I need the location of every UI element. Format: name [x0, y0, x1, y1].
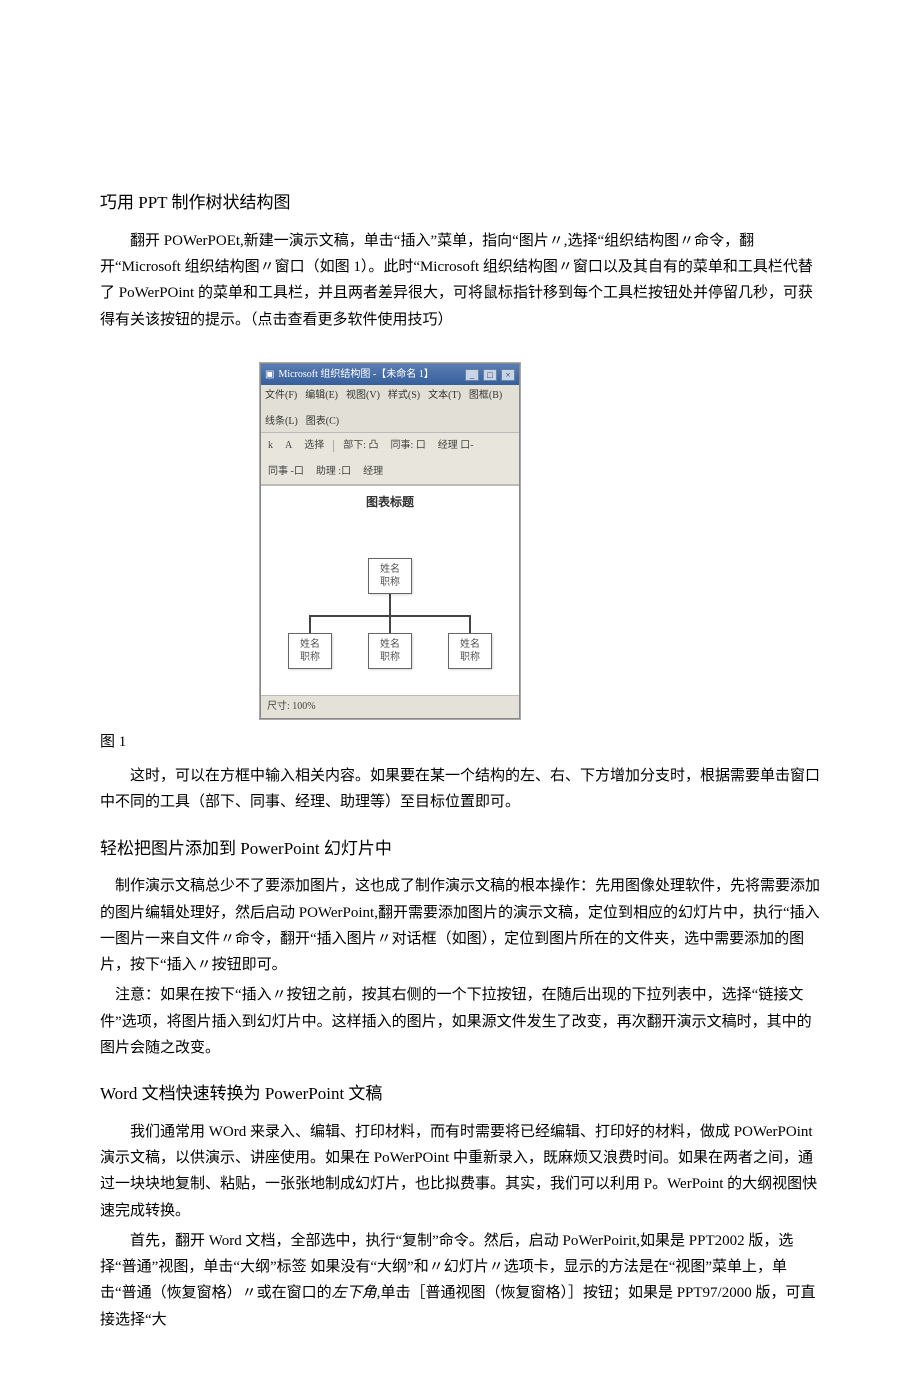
menu-text[interactable]: 文本(T) [428, 387, 461, 405]
menu-line[interactable]: 线条(L) [265, 413, 298, 431]
app-title: Microsoft 组织结构图 -【未命名 1】 [278, 366, 433, 384]
section3-p1: 我们通常用 WOrd 来录入、编辑、打印材料，而有时需要将已经编辑、打印好的材料… [100, 1119, 820, 1224]
org-title: 职称 [289, 651, 331, 664]
connector [389, 593, 391, 615]
app-window: ▣ Microsoft 组织结构图 -【未命名 1】 _ □ × 文件(F) 编… [260, 363, 520, 719]
maximize-button[interactable]: □ [483, 369, 497, 381]
app-toolbar: k A 选择 部下: 凸 同事: 口 经理 口- 同事 -口 助理 :口 经理 [261, 433, 519, 485]
connector [469, 615, 471, 633]
org-title: 职称 [369, 651, 411, 664]
org-name: 姓名 [289, 638, 331, 651]
tool-pointer[interactable]: k [265, 436, 276, 456]
org-box-a[interactable]: 姓名 职称 [288, 633, 332, 669]
minimize-button[interactable]: _ [465, 369, 479, 381]
section1-after-figure: 这时，可以在方框中输入相关内容。如果要在某一个结构的左、右、下方增加分支时，根据… [100, 763, 820, 816]
menu-style[interactable]: 样式(S) [388, 387, 420, 405]
org-name: 姓名 [369, 563, 411, 576]
tool-select[interactable]: 选择 [301, 436, 327, 456]
section3-p2: 首先，翻开 Word 文档，全部选中，执行“复制”命令。然后，启动 PoWerP… [100, 1228, 820, 1333]
close-button[interactable]: × [501, 369, 515, 381]
org-box-c[interactable]: 姓名 职称 [448, 633, 492, 669]
section3-title: Word 文档快速转换为 PowerPoint 文稿 [100, 1079, 820, 1109]
menu-file[interactable]: 文件(F) [265, 387, 297, 405]
tool-coworker-left[interactable]: 同事: 口 [388, 436, 429, 456]
org-name: 姓名 [449, 638, 491, 651]
org-title: 职称 [449, 651, 491, 664]
menu-chart[interactable]: 图表(C) [306, 413, 339, 431]
section2-title: 轻松把图片添加到 PowerPoint 幻灯片中 [100, 834, 820, 864]
tool-coworker-right[interactable]: 同事 -口 [265, 462, 307, 482]
tool-subordinate[interactable]: 部下: 凸 [340, 436, 381, 456]
tool-assistant[interactable]: 助理 :口 [313, 462, 354, 482]
app-titlebar: ▣ Microsoft 组织结构图 -【未命名 1】 _ □ × [261, 364, 519, 386]
menu-edit[interactable]: 编辑(E) [305, 387, 338, 405]
menu-box[interactable]: 图框(B) [469, 387, 502, 405]
section2-p1: 制作演示文稿总少不了要添加图片，这也成了制作演示文稿的根本操作：先用图像处理软件… [100, 873, 820, 978]
section1-title: 巧用 PPT 制作树状结构图 [100, 188, 820, 218]
tool-manager2[interactable]: 经理 [360, 462, 386, 482]
tool-manager[interactable]: 经理 口- [435, 436, 477, 456]
section3-p2-italic: 左下角, [332, 1285, 381, 1301]
org-title: 职称 [369, 576, 411, 589]
chart-title[interactable]: 图表标题 [261, 492, 519, 513]
section1-body: 翻开 POWerPOEt,新建一演示文稿，单击“插入”菜单，指向“图片〃,选择“… [100, 228, 820, 333]
figure-1-caption: 图 1 [100, 729, 820, 755]
app-icon: ▣ [265, 366, 274, 384]
connector [389, 615, 391, 633]
org-name: 姓名 [369, 638, 411, 651]
org-box-top[interactable]: 姓名 职称 [368, 558, 412, 594]
app-menubar: 文件(F) 编辑(E) 视图(V) 样式(S) 文本(T) 图框(B) 线条(L… [261, 385, 519, 433]
menu-view[interactable]: 视图(V) [346, 387, 380, 405]
tool-text[interactable]: A [282, 436, 295, 456]
app-statusbar: 尺寸: 100% [261, 695, 519, 718]
org-box-b[interactable]: 姓名 职称 [368, 633, 412, 669]
section2-p2: 注意：如果在按下“插入〃按钮之前，按其右侧的一个下拉按钮，在随后出现的下拉列表中… [100, 982, 820, 1061]
figure-1: ▣ Microsoft 组织结构图 -【未命名 1】 _ □ × 文件(F) 编… [260, 363, 520, 719]
toolbar-separator [333, 440, 334, 452]
connector [309, 615, 311, 633]
org-chart-canvas[interactable]: 图表标题 姓名 职称 姓名 职称 姓名 职称 姓名 职称 [261, 485, 519, 695]
